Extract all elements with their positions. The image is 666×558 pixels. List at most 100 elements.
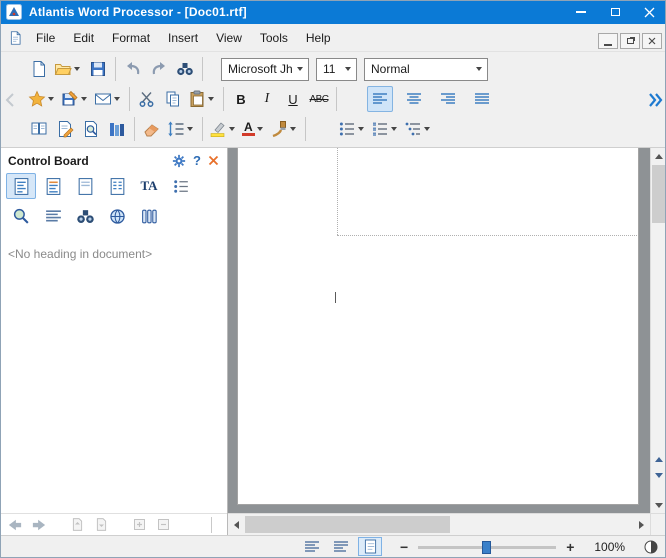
open-button[interactable] [52, 56, 85, 82]
panel-tool-resources[interactable] [102, 203, 132, 229]
panel-close-icon [208, 155, 219, 166]
panel-close-button[interactable] [208, 155, 219, 166]
dropdown-arrow-icon [424, 127, 430, 131]
draft-view-button[interactable] [300, 537, 324, 556]
vertical-scrollbar[interactable] [650, 148, 666, 513]
panel-tool-search[interactable] [70, 203, 100, 229]
panel-tab-headings[interactable] [6, 173, 36, 199]
zoom-out-button[interactable]: − [394, 539, 414, 555]
font-color-button[interactable]: A [240, 116, 268, 142]
panel-tab-typography[interactable]: TA [134, 173, 164, 199]
doc-minimize-button[interactable] [598, 33, 618, 49]
align-left-button[interactable] [367, 86, 393, 112]
nav-forward-button[interactable] [29, 516, 49, 534]
panel-tool-zoom[interactable] [6, 203, 36, 229]
nav-back-button[interactable] [5, 516, 25, 534]
minimize-button[interactable] [564, 0, 598, 24]
zoom-in-button[interactable]: + [560, 539, 580, 555]
find-button[interactable] [172, 56, 198, 82]
settings-button[interactable] [172, 154, 186, 168]
underline-button[interactable]: U [280, 86, 306, 112]
expand-headings-button[interactable] [129, 516, 149, 534]
help-button[interactable]: ? [193, 153, 201, 168]
panel-splitter[interactable] [211, 517, 212, 533]
font-size-select[interactable]: 11 [316, 58, 357, 81]
scroll-left-button[interactable] [228, 514, 245, 536]
align-center-button[interactable] [401, 86, 427, 112]
dropdown-arrow-icon [391, 127, 397, 131]
save-button[interactable] [85, 56, 111, 82]
contrast-toggle-button[interactable] [644, 540, 658, 554]
references-button[interactable] [104, 116, 130, 142]
favorites-button[interactable] [26, 86, 59, 112]
strikethrough-button[interactable]: ABC [306, 86, 332, 112]
copy-button[interactable] [160, 86, 186, 112]
panel-tab-pages[interactable] [70, 173, 100, 199]
align-justify-button[interactable] [469, 86, 495, 112]
cut-button[interactable] [134, 86, 160, 112]
scroll-up-button[interactable] [651, 148, 666, 164]
horizontal-scroll-thumb[interactable] [245, 516, 450, 533]
close-button[interactable] [632, 0, 666, 24]
collapse-headings-button[interactable] [153, 516, 173, 534]
print-preview-button[interactable] [78, 116, 104, 142]
align-right-button[interactable] [435, 86, 461, 112]
promote-heading-button[interactable] [67, 516, 87, 534]
email-button[interactable] [92, 86, 125, 112]
italic-button[interactable]: I [254, 86, 280, 112]
doc-close-button[interactable] [642, 33, 662, 49]
numbered-list-button[interactable] [369, 116, 402, 142]
new-document-button[interactable] [26, 56, 52, 82]
horizontal-scroll-track[interactable] [245, 514, 633, 535]
next-page-button[interactable] [651, 467, 666, 483]
toolbar-scroll-left-button[interactable] [3, 91, 17, 109]
title-bar[interactable]: Atlantis Word Processor - [Doc01.rtf] [0, 0, 666, 24]
panel-tool-clips[interactable] [134, 203, 164, 229]
font-name-select[interactable]: Microsoft Jh [221, 58, 309, 81]
menu-help[interactable]: Help [297, 26, 340, 50]
scroll-down-button[interactable] [651, 497, 666, 513]
scroll-right-button[interactable] [633, 514, 650, 536]
menu-view[interactable]: View [207, 26, 251, 50]
maximize-button[interactable] [598, 0, 632, 24]
page-view-button[interactable] [358, 537, 382, 556]
page-down-icon [94, 517, 109, 532]
panel-tab-sections[interactable] [38, 173, 68, 199]
redo-button[interactable] [146, 56, 172, 82]
save-special-button[interactable] [59, 86, 92, 112]
demote-heading-button[interactable] [91, 516, 111, 534]
doc-restore-button[interactable] [620, 33, 640, 49]
horizontal-scrollbar[interactable] [228, 513, 650, 535]
menu-edit[interactable]: Edit [64, 26, 103, 50]
menu-tools[interactable]: Tools [251, 26, 297, 50]
document-page[interactable] [237, 148, 639, 505]
scrollbar-corner [650, 513, 666, 535]
copy-format-pages-button[interactable] [26, 116, 52, 142]
menu-insert[interactable]: Insert [159, 26, 207, 50]
toolbar-scroll-right-button[interactable] [647, 90, 663, 110]
headings-page-icon [12, 177, 31, 196]
eraser-button[interactable] [139, 116, 165, 142]
vertical-scroll-thumb[interactable] [652, 165, 665, 223]
previous-page-button[interactable] [651, 451, 666, 467]
format-painter-button[interactable] [268, 116, 301, 142]
panel-tab-columns[interactable] [102, 173, 132, 199]
panel-tab-outline[interactable] [166, 173, 196, 199]
panel-tool-paragraphs[interactable] [38, 203, 68, 229]
zoom-slider-thumb[interactable] [482, 541, 491, 554]
undo-button[interactable] [120, 56, 146, 82]
highlight-button[interactable] [207, 116, 240, 142]
edit-page-button[interactable] [52, 116, 78, 142]
menu-file[interactable]: File [27, 26, 64, 50]
document-icon[interactable] [8, 30, 23, 46]
menu-format[interactable]: Format [103, 26, 159, 50]
zoom-slider[interactable] [418, 546, 556, 549]
paste-button[interactable] [186, 86, 219, 112]
bold-label: B [236, 92, 245, 107]
line-spacing-button[interactable] [165, 116, 198, 142]
style-select[interactable]: Normal [364, 58, 488, 81]
online-view-button[interactable] [329, 537, 353, 556]
bullet-list-button[interactable] [336, 116, 369, 142]
multilevel-list-button[interactable] [402, 116, 435, 142]
bold-button[interactable]: B [228, 86, 254, 112]
